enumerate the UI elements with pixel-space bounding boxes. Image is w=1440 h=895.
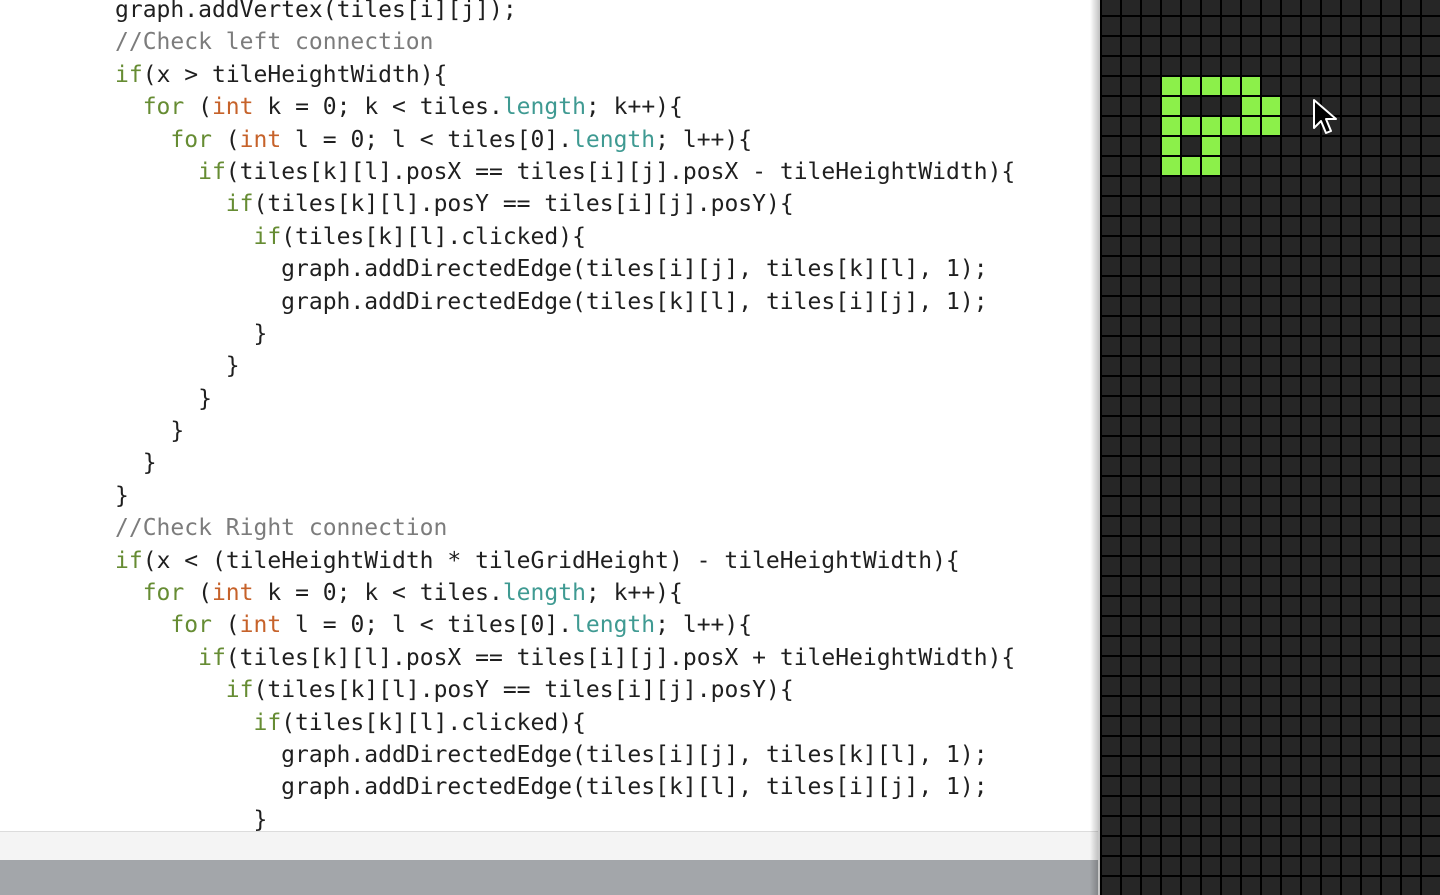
code-line[interactable]: for (int l = 0; l < tiles[0].length; l++…: [115, 124, 1015, 156]
clicked-tile[interactable]: [1182, 157, 1200, 175]
code-line[interactable]: if(x > tileHeightWidth){: [115, 59, 1015, 91]
clicked-tile[interactable]: [1162, 97, 1180, 115]
code-editor[interactable]: graph.addVertex(tiles[i][j]);//Check lef…: [0, 0, 1098, 831]
code-line[interactable]: //Check left connection: [115, 26, 1015, 58]
code-line[interactable]: graph.addDirectedEdge(tiles[k][l], tiles…: [115, 771, 1015, 803]
code-line[interactable]: if(tiles[k][l].posX == tiles[i][j].posX …: [115, 156, 1015, 188]
code-line[interactable]: }: [115, 447, 1015, 479]
clicked-tile[interactable]: [1202, 137, 1220, 155]
console-bar: [0, 860, 1098, 895]
clicked-tile[interactable]: [1162, 157, 1180, 175]
code-line[interactable]: graph.addDirectedEdge(tiles[i][j], tiles…: [115, 739, 1015, 771]
code-line[interactable]: if(tiles[k][l].posY == tiles[i][j].posY)…: [115, 674, 1015, 706]
code-line[interactable]: }: [115, 350, 1015, 382]
code-line[interactable]: //Check Right connection: [115, 512, 1015, 544]
arrow-pointer-icon: [1313, 99, 1337, 134]
tile-grid[interactable]: [1100, 0, 1440, 895]
app-window: graph.addVertex(tiles[i][j]);//Check lef…: [0, 0, 1440, 895]
code-line[interactable]: if(tiles[k][l].clicked){: [115, 221, 1015, 253]
clicked-tile[interactable]: [1162, 117, 1180, 135]
code-line[interactable]: if(tiles[k][l].posX == tiles[i][j].posX …: [115, 642, 1015, 674]
code-line[interactable]: }: [115, 804, 1015, 831]
code-line[interactable]: }: [115, 318, 1015, 350]
clicked-tile[interactable]: [1242, 77, 1260, 95]
clicked-tile[interactable]: [1242, 117, 1260, 135]
code-line[interactable]: }: [115, 415, 1015, 447]
code-line[interactable]: if(tiles[k][l].clicked){: [115, 707, 1015, 739]
sketch-window-shadow: [1090, 0, 1100, 895]
clicked-tile[interactable]: [1162, 77, 1180, 95]
clicked-tile[interactable]: [1222, 117, 1240, 135]
code-line[interactable]: graph.addDirectedEdge(tiles[k][l], tiles…: [115, 286, 1015, 318]
clicked-tile[interactable]: [1182, 117, 1200, 135]
clicked-tile[interactable]: [1222, 77, 1240, 95]
code-line[interactable]: for (int l = 0; l < tiles[0].length; l++…: [115, 609, 1015, 641]
clicked-tile[interactable]: [1262, 97, 1280, 115]
clicked-tile[interactable]: [1202, 117, 1220, 135]
code-line[interactable]: for (int k = 0; k < tiles.length; k++){: [115, 577, 1015, 609]
editor-status-strip: [0, 832, 1098, 860]
code-lines: graph.addVertex(tiles[i][j]);//Check lef…: [115, 0, 1015, 831]
code-line[interactable]: if(tiles[k][l].posY == tiles[i][j].posY)…: [115, 188, 1015, 220]
clicked-tile[interactable]: [1162, 137, 1180, 155]
clicked-tile[interactable]: [1202, 77, 1220, 95]
code-line[interactable]: if(x < (tileHeightWidth * tileGridHeight…: [115, 545, 1015, 577]
clicked-tile[interactable]: [1242, 97, 1260, 115]
code-line[interactable]: for (int k = 0; k < tiles.length; k++){: [115, 91, 1015, 123]
sketch-window[interactable]: [1100, 0, 1440, 895]
code-line[interactable]: }: [115, 480, 1015, 512]
code-line[interactable]: graph.addDirectedEdge(tiles[i][j], tiles…: [115, 253, 1015, 285]
code-line[interactable]: graph.addVertex(tiles[i][j]);: [115, 0, 1015, 26]
clicked-tile[interactable]: [1202, 157, 1220, 175]
code-line[interactable]: }: [115, 383, 1015, 415]
clicked-tile[interactable]: [1182, 77, 1200, 95]
clicked-tile[interactable]: [1262, 117, 1280, 135]
